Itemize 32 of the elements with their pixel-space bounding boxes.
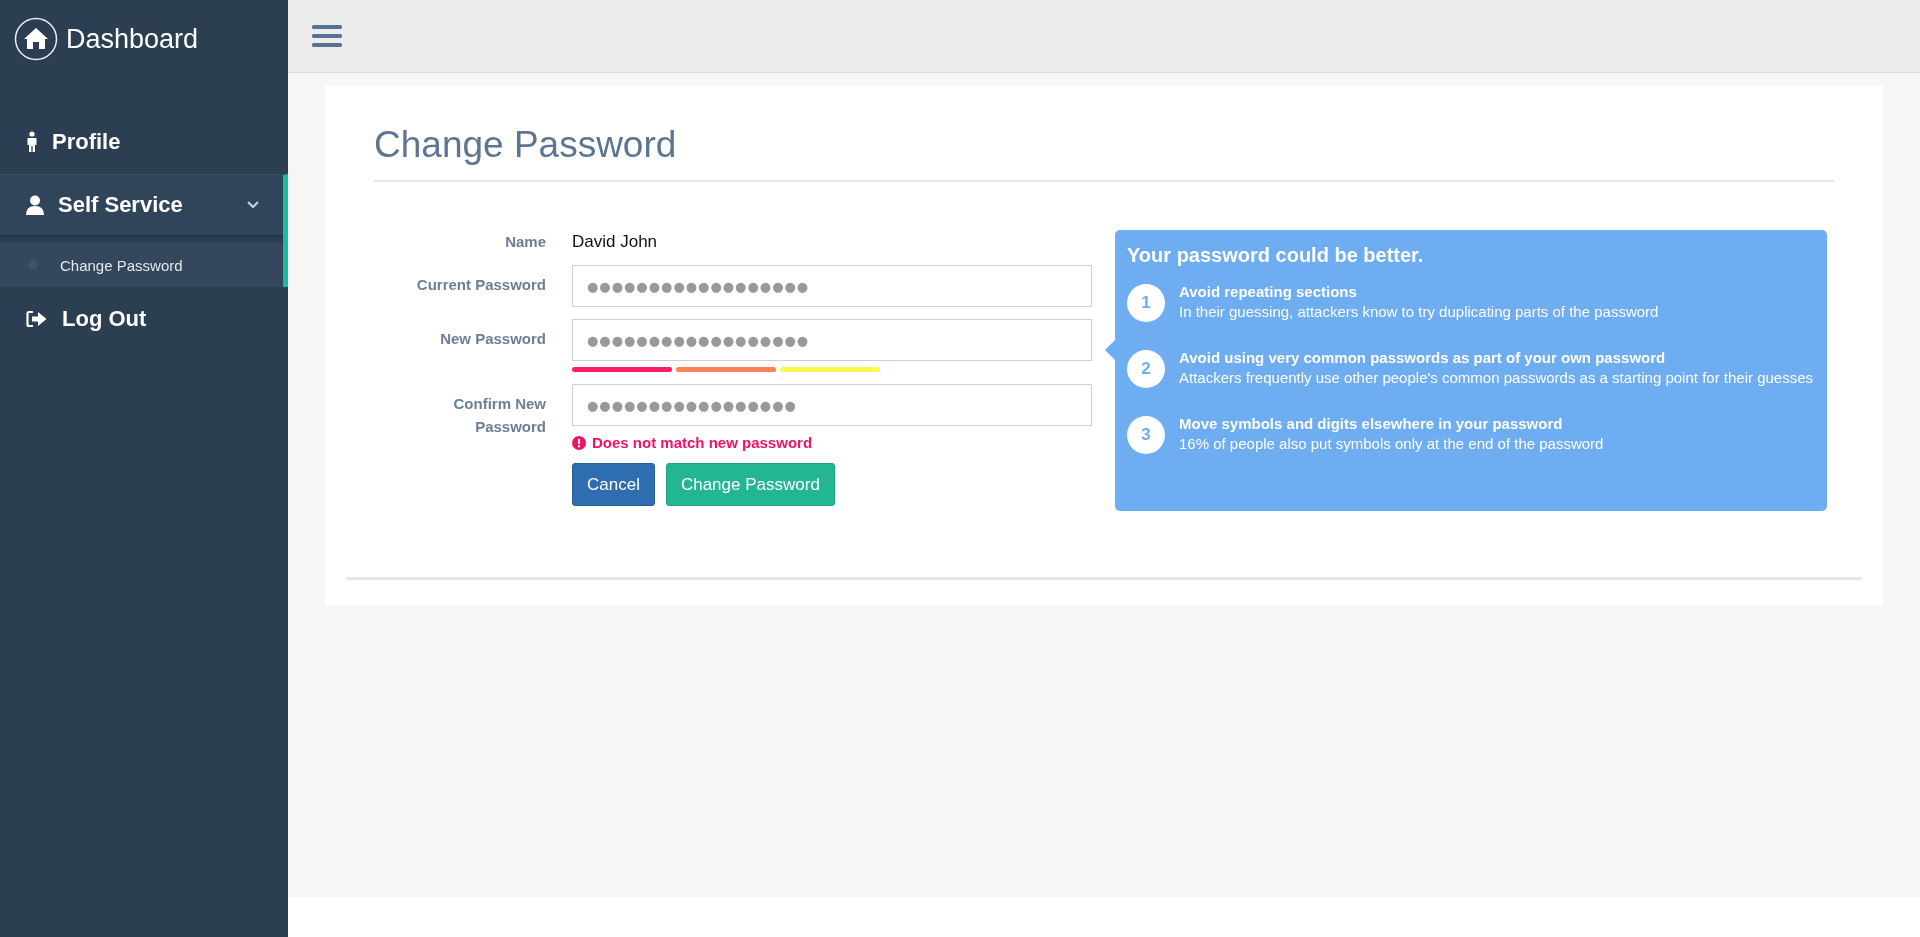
field-label: Name xyxy=(504,232,546,252)
field-label: New Password xyxy=(439,329,546,349)
name-value: David John xyxy=(572,231,658,253)
tip-heading: Move symbols and digits elsewhere in your password xyxy=(1179,415,1564,432)
tip-text: 16% of people also put symbols only at the end of the password xyxy=(1179,434,1604,454)
sign-out-icon xyxy=(26,310,48,328)
step-number: 1 xyxy=(1127,284,1165,322)
person-icon xyxy=(26,131,38,153)
tip-heading: Avoid repeating sections xyxy=(1179,283,1358,300)
nav-item[interactable]: Profile xyxy=(0,110,288,174)
tip-heading: Avoid using very common passwords as part of your own password xyxy=(1179,349,1667,366)
step-number: 3 xyxy=(1127,416,1165,454)
nav-item[interactable]: Log Out xyxy=(0,287,288,351)
brand-title: Dashboard xyxy=(66,23,199,55)
menu-icon[interactable] xyxy=(312,24,342,48)
tip-text: Attackers frequently use other people's common passwords as a starting point for their guesses xyxy=(1179,368,1814,388)
error-icon xyxy=(572,435,586,450)
house-icon xyxy=(14,17,58,61)
password-field[interactable]: ●●●●●●●●●●●●●●●●● xyxy=(572,384,1092,426)
cancel-button[interactable]: Cancel xyxy=(572,463,655,506)
tip-text: In their guessing, attackers know to try duplicating parts of the password xyxy=(1179,302,1659,322)
password-field[interactable]: ●●●●●●●●●●●●●●●●●● xyxy=(572,265,1092,307)
submenu-item[interactable]: Change Password xyxy=(0,243,283,287)
page-title: Change Password xyxy=(374,124,1834,182)
error-message: Does not match new password xyxy=(592,434,813,451)
tips-title: Your password could be better. xyxy=(1127,244,1425,267)
user-icon xyxy=(26,195,44,215)
step-number: 2 xyxy=(1127,350,1165,388)
password-field[interactable]: ●●●●●●●●●●●●●●●●●● xyxy=(572,319,1092,361)
field-label: Current Password xyxy=(415,275,546,295)
nav-item[interactable]: Self Service xyxy=(0,175,283,237)
field-label: Confirm New Password xyxy=(452,394,546,437)
